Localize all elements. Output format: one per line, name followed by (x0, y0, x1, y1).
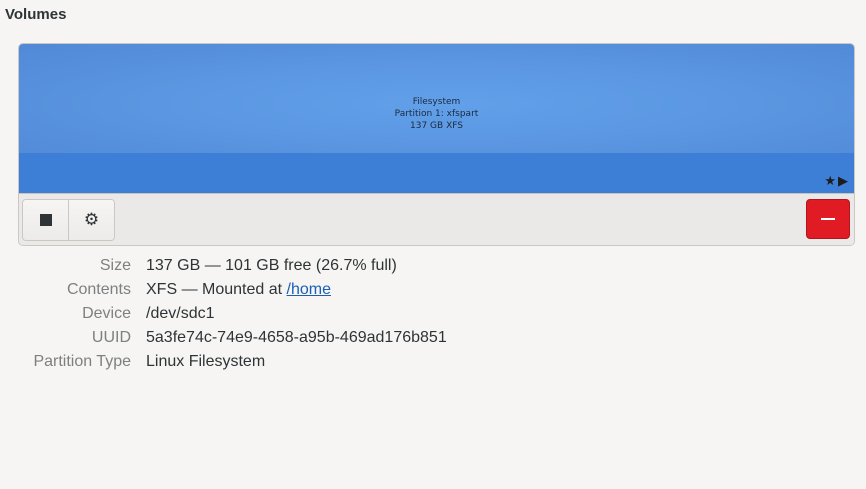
volume-toolbar: ⚙ (19, 193, 854, 245)
property-row-contents: Contents XFS — Mounted at /home (0, 278, 447, 302)
mount-point-link[interactable]: /home (287, 281, 331, 298)
additional-options-button[interactable]: ⚙ (68, 200, 114, 240)
partition-size-label: 137 GB XFS (410, 121, 463, 131)
volume-graph-panel: Filesystem Partition 1: xfspart 137 GB X… (18, 43, 855, 246)
property-row-size: Size 137 GB — 101 GB free (26.7% full) (0, 254, 447, 278)
volume-properties: Size 137 GB — 101 GB free (26.7% full) C… (0, 254, 447, 374)
volume-action-group: ⚙ (22, 199, 115, 241)
size-label: Size (99, 257, 131, 274)
property-row-device: Device /dev/sdc1 (0, 302, 447, 326)
contents-text: XFS — Mounted at (146, 281, 287, 298)
stop-icon (39, 214, 52, 226)
volumes-heading: Volumes (5, 6, 67, 23)
minus-icon (821, 218, 835, 220)
property-row-uuid: UUID 5a3fe74c-74e9-4658-a95b-469ad176b85… (0, 326, 447, 350)
partition-name-label: Partition 1: xfspart (394, 109, 479, 119)
contents-label: Contents (66, 281, 131, 298)
property-row-partition-type: Partition Type Linux Filesystem (0, 350, 447, 374)
unmount-button[interactable] (23, 200, 68, 240)
device-value: /dev/sdc1 (146, 305, 215, 322)
partition-flags-icons: ★▶ (824, 173, 850, 188)
device-label: Device (82, 305, 131, 322)
partition-description: Filesystem Partition 1: xfspart 137 GB X… (19, 96, 854, 132)
uuid-value: 5a3fe74c-74e9-4658-a95b-469ad176b851 (146, 329, 447, 346)
uuid-label: UUID (91, 329, 131, 346)
partition-type-label: Filesystem (412, 97, 461, 107)
partition-type-label: Partition Type (33, 353, 131, 370)
partition-block[interactable]: Filesystem Partition 1: xfspart 137 GB X… (19, 44, 854, 193)
partition-type-value: Linux Filesystem (146, 353, 266, 370)
partition-bar (19, 153, 854, 193)
contents-value: XFS — Mounted at /home (146, 278, 331, 302)
size-value: 137 GB — 101 GB free (26.7% full) (146, 257, 397, 274)
delete-partition-button[interactable] (806, 199, 850, 239)
gears-icon: ⚙ (83, 209, 100, 230)
